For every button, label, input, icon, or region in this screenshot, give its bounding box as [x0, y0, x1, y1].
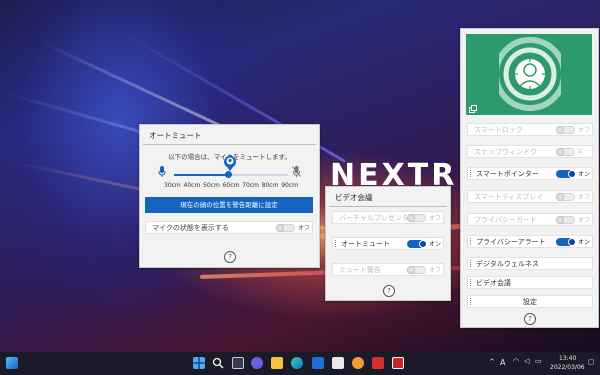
privacy-alert-row[interactable]: プライバシーアラート オン — [467, 235, 593, 248]
video-conference-title: ビデオ会議 — [329, 189, 447, 207]
smart-display-state: オフ — [578, 194, 591, 201]
digital-wellness-label: デジタルウェルネス — [476, 259, 539, 268]
smart-display-label: スマートディスプレイ — [474, 192, 544, 201]
chat-icon[interactable] — [251, 357, 263, 369]
help-icon[interactable]: ? — [524, 313, 536, 325]
microphone-icon — [158, 166, 166, 177]
auto-mute-state: オン — [429, 241, 442, 248]
auto-mute-title: オートミュート — [143, 127, 316, 145]
wifi-icon[interactable]: ◠ — [513, 357, 519, 365]
clock-date[interactable]: 2022/03/06 — [550, 364, 585, 371]
widgets-icon[interactable] — [6, 357, 18, 369]
task-view-icon[interactable] — [232, 357, 244, 369]
smart-features-panel: スマートロック オフ スナップウィンドウ ☰ スマートポインター オン スマート… — [460, 28, 599, 328]
virtual-presenter-toggle[interactable] — [407, 213, 426, 222]
settings-button[interactable]: 設定 — [467, 295, 593, 308]
distance-label: 50cm — [203, 182, 220, 189]
distance-label: 30cm — [164, 182, 181, 189]
edge-browser-icon[interactable] — [291, 357, 303, 369]
distance-label: 60cm — [222, 182, 240, 189]
app-icon[interactable] — [372, 357, 384, 369]
privacy-alert-state: オン — [578, 239, 591, 246]
privacy-alert-label: プライバシーアラート — [476, 237, 546, 246]
ime-indicator[interactable]: A — [500, 358, 505, 367]
smart-display-row[interactable]: スマートディスプレイ オフ — [467, 190, 593, 203]
snap-window-label: スナップウィンドウ — [474, 147, 537, 156]
mute-warning-toggle[interactable] — [407, 265, 426, 274]
smart-display-toggle[interactable] — [556, 192, 575, 201]
battery-icon[interactable]: ▭ — [535, 357, 542, 365]
privacy-guard-state: オフ — [578, 217, 591, 224]
settings-label: 設定 — [523, 297, 537, 306]
help-icon[interactable]: ? — [224, 251, 236, 263]
smart-pointer-row[interactable]: スマートポインター オン — [467, 167, 593, 180]
distance-slider-fill — [174, 174, 229, 176]
help-icon[interactable]: ? — [383, 285, 395, 297]
muted-microphone-icon — [292, 166, 301, 177]
search-icon[interactable] — [212, 357, 224, 369]
set-warning-distance-button[interactable]: 現在の顔の位置を警告距離に設定 — [145, 197, 313, 213]
distance-slider[interactable] — [174, 171, 288, 178]
smart-lock-row[interactable]: スマートロック オフ — [467, 123, 593, 136]
taskbar: ^ A ◠ ◁ ▭ 13:40 2022/03/06 ▢ — [0, 352, 600, 375]
mute-warning-label: ミュート警告 — [339, 265, 381, 274]
distance-label: 80cm — [261, 182, 279, 189]
camera-preview — [466, 34, 592, 115]
show-mic-state-row[interactable]: マイクの状態を表示する オフ — [145, 221, 313, 234]
snap-window-toggle[interactable] — [556, 147, 575, 156]
file-explorer-icon[interactable] — [271, 357, 283, 369]
notification-icon[interactable]: ▢ — [588, 358, 595, 366]
app-icon[interactable] — [352, 357, 364, 369]
show-mic-state-toggle[interactable] — [276, 223, 295, 232]
privacy-guard-label: プライバシーガード — [474, 215, 537, 224]
show-hidden-icons-icon[interactable]: ^ — [489, 358, 495, 366]
smart-lock-toggle[interactable] — [556, 125, 575, 134]
snap-window-row[interactable]: スナップウィンドウ ☰ — [467, 145, 593, 158]
smart-pointer-toggle[interactable] — [556, 169, 576, 178]
mute-warning-row[interactable]: ミュート警告 オフ — [332, 263, 444, 276]
virtual-presenter-row[interactable]: バーチャルプレゼンター オフ — [332, 211, 444, 224]
distance-label: 90cm — [281, 182, 298, 189]
auto-mute-toggle[interactable] — [407, 239, 427, 248]
smart-lock-state: オフ — [578, 127, 591, 134]
face-detection-graphic — [499, 37, 561, 111]
privacy-guard-row[interactable]: プライバシーガード オフ — [467, 213, 593, 226]
smart-pointer-state: オン — [578, 171, 591, 178]
store-icon[interactable] — [312, 357, 324, 369]
video-conference-panel: ビデオ会議 バーチャルプレゼンター オフ オートミュート オン ミュート警告 オ… — [325, 186, 451, 301]
auto-mute-panel: オートミュート 以下の場合は、マイクをミュートします。 30cm 40cm 50… — [139, 124, 320, 268]
drag-handle-icon — [470, 298, 473, 305]
distance-label: 40cm — [183, 182, 201, 189]
virtual-presenter-label: バーチャルプレゼンター — [339, 213, 407, 222]
privacy-guard-toggle[interactable] — [556, 215, 575, 224]
snap-window-options-icon[interactable]: ☰ — [578, 149, 592, 155]
volume-icon[interactable]: ◁ — [524, 357, 529, 365]
clock-time[interactable]: 13:40 — [559, 355, 576, 362]
privacy-alert-toggle[interactable] — [556, 237, 576, 246]
auto-mute-label: オートミュート — [341, 239, 390, 248]
face-position-icon — [224, 155, 236, 171]
mute-warning-state: オフ — [429, 267, 442, 274]
distance-slider-thumb[interactable] — [225, 171, 232, 178]
virtual-presenter-state: オフ — [429, 215, 442, 222]
show-mic-state-label: マイクの状態を表示する — [152, 223, 229, 232]
auto-mute-row[interactable]: オートミュート オン — [332, 237, 444, 250]
smart-pointer-label: スマートポインター — [476, 169, 539, 178]
start-icon[interactable] — [193, 357, 205, 369]
app-icon[interactable] — [392, 357, 404, 369]
digital-wellness-link[interactable]: デジタルウェルネス — [467, 257, 593, 270]
video-conference-link[interactable]: ビデオ会議 — [467, 276, 593, 289]
video-conference-label: ビデオ会議 — [476, 278, 511, 287]
show-mic-state-value: オフ — [298, 225, 311, 232]
app-icon[interactable] — [332, 357, 344, 369]
distance-scale: 30cm 40cm 50cm 60cm 70cm 80cm 90cm — [164, 182, 298, 189]
copy-icon[interactable] — [469, 105, 477, 113]
smart-lock-label: スマートロック — [474, 125, 523, 134]
distance-label: 70cm — [242, 182, 259, 189]
